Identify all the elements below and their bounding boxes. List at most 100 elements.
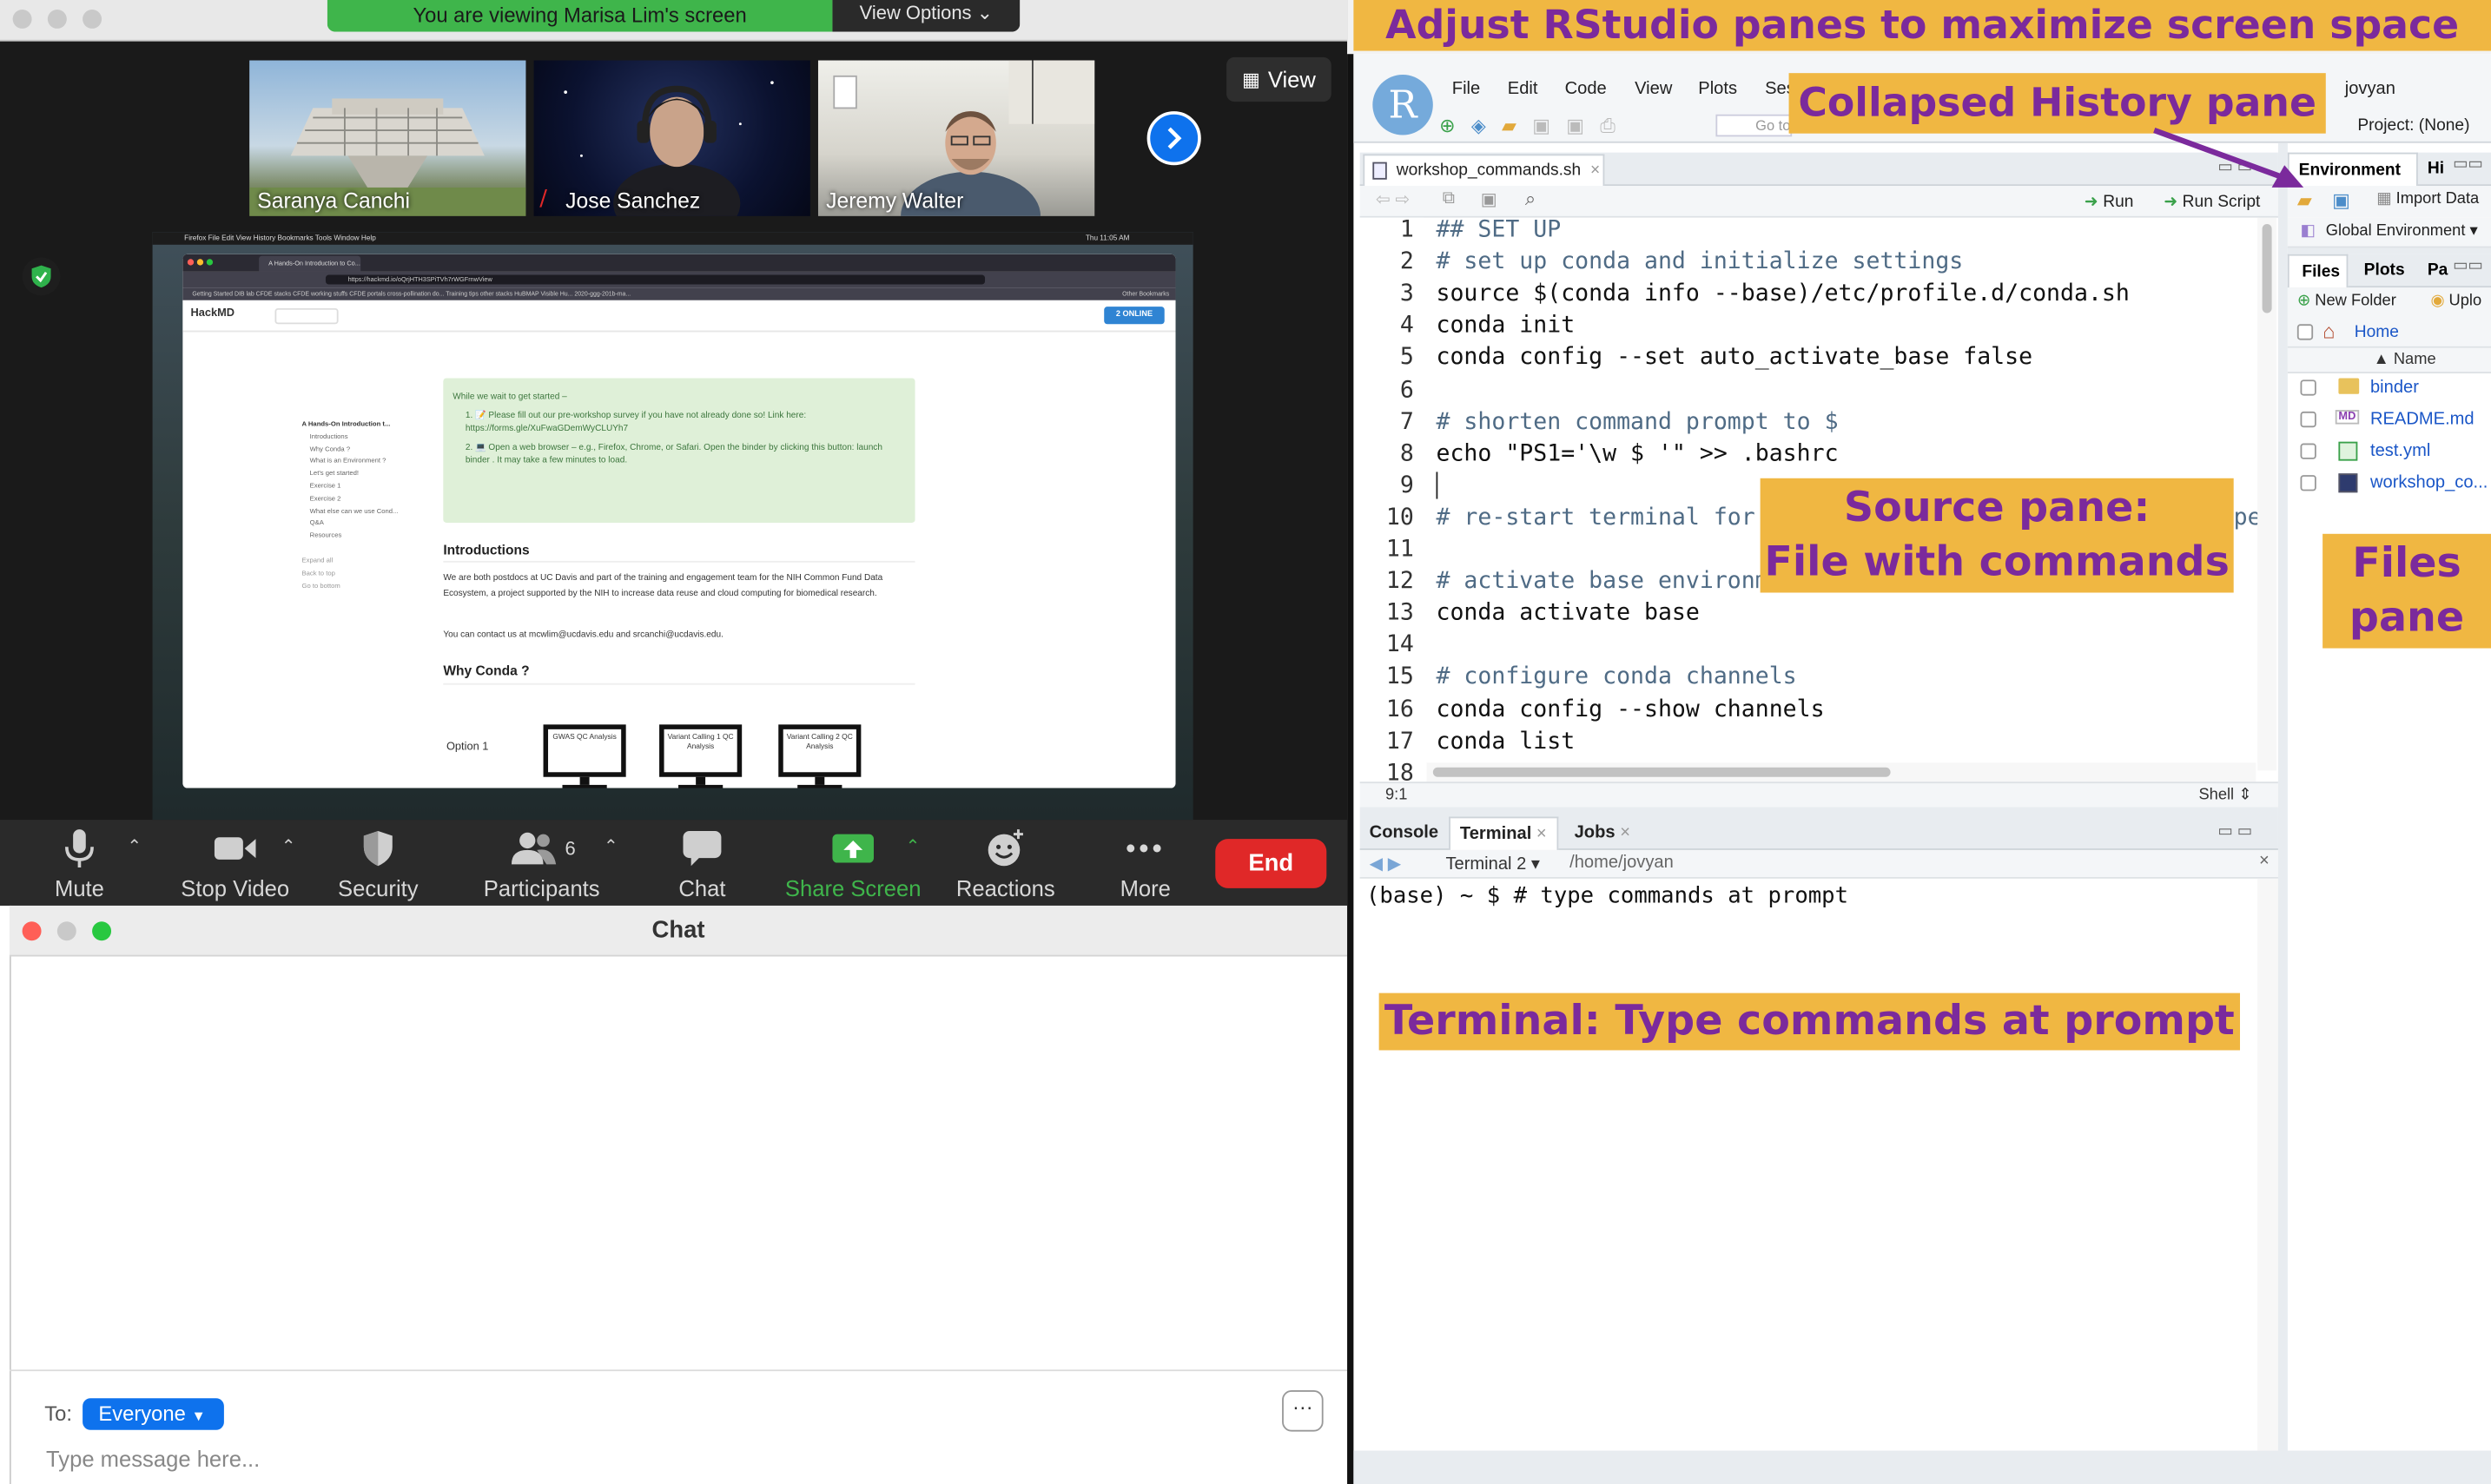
save-all-icon[interactable]: ▣ bbox=[1566, 115, 1584, 137]
file-row[interactable]: binder bbox=[2288, 373, 2491, 406]
participant-tile[interactable]: Jeremy Walter bbox=[817, 60, 1095, 216]
file-checkbox[interactable] bbox=[2300, 379, 2316, 396]
menu-file[interactable]: File bbox=[1452, 79, 1480, 98]
end-meeting-button[interactable]: End bbox=[1215, 839, 1327, 888]
close-window-button[interactable] bbox=[12, 9, 32, 29]
file-row[interactable]: workshop_co... bbox=[2288, 469, 2491, 501]
source-file-tab[interactable]: workshop_commands.sh × bbox=[1363, 154, 1605, 187]
run-button[interactable]: ➜ Run bbox=[2085, 192, 2134, 211]
zoom-window-button[interactable] bbox=[83, 9, 102, 29]
minimize-pane-icon[interactable]: ▭▭ bbox=[2453, 155, 2483, 173]
toc-item: Why Conda ? bbox=[309, 444, 351, 452]
global-environment-select[interactable]: ◧ Global Environment ▾ bbox=[2287, 217, 2491, 248]
pane-splitter[interactable] bbox=[2277, 142, 2288, 1484]
tab-terminal[interactable]: Terminal × bbox=[1449, 816, 1558, 850]
tab-history[interactable]: Hi bbox=[2428, 153, 2444, 186]
import-dataset-button[interactable]: ▦ Import Data bbox=[2376, 191, 2479, 208]
file-name[interactable]: binder bbox=[2370, 378, 2419, 397]
close-icon[interactable]: × bbox=[1536, 825, 1547, 844]
terminal-area[interactable] bbox=[1359, 878, 2278, 1451]
tab-packages[interactable]: Pa bbox=[2428, 254, 2448, 287]
caret-up-icon[interactable]: ⌃ bbox=[127, 835, 142, 856]
chat-button[interactable]: Chat bbox=[657, 820, 746, 906]
file-type-select[interactable]: Shell ⇕ bbox=[2198, 787, 2251, 804]
line-number: 15 bbox=[1385, 664, 1414, 690]
close-icon[interactable]: × bbox=[1590, 161, 1600, 180]
chat-more-button[interactable]: ··· bbox=[1282, 1390, 1324, 1432]
project-menu[interactable]: Project: (None) bbox=[2357, 116, 2469, 135]
back-forward-icon[interactable]: ⇦ ⇨ bbox=[1376, 189, 1410, 210]
open-folder-icon[interactable]: ▰ bbox=[1502, 115, 1516, 137]
select-all-checkbox[interactable] bbox=[2296, 324, 2314, 340]
file-name[interactable]: workshop_co... bbox=[2370, 473, 2488, 492]
file-row[interactable]: test.yml bbox=[2288, 437, 2491, 469]
terminal-nav-icon[interactable]: ◀ ▶ bbox=[1370, 854, 1402, 874]
upload-button[interactable]: ◉ Uplo bbox=[2430, 293, 2481, 310]
caret-up-icon[interactable]: ⌃ bbox=[281, 835, 296, 856]
home-link[interactable]: Home bbox=[2355, 322, 2399, 341]
terminal-select-label: Terminal 2 bbox=[1445, 854, 1527, 874]
editor-vscrollbar[interactable] bbox=[2257, 217, 2277, 771]
terminal-select[interactable]: Terminal 2 ▾ bbox=[1445, 854, 1540, 874]
security-button[interactable]: Security bbox=[327, 820, 429, 906]
editor-hscrollbar[interactable] bbox=[1426, 762, 2256, 782]
more-button[interactable]: ••• More bbox=[1102, 820, 1188, 906]
caret-up-icon[interactable]: ⌃ bbox=[604, 835, 618, 856]
file-name[interactable]: test.yml bbox=[2370, 442, 2430, 461]
next-page-button[interactable] bbox=[1146, 111, 1201, 166]
new-folder-button[interactable]: ⊕ New Folder bbox=[2297, 293, 2396, 310]
save-icon[interactable]: ▣ bbox=[1532, 115, 1550, 137]
goto-function-input[interactable]: Go to bbox=[1715, 114, 1793, 137]
tab-plots[interactable]: Plots bbox=[2364, 254, 2405, 287]
new-file-icon[interactable]: ⊕ bbox=[1439, 115, 1455, 137]
terminal-scrollbar[interactable] bbox=[2257, 878, 2278, 1451]
close-terminal-icon[interactable]: × bbox=[2259, 852, 2270, 871]
tab-jobs[interactable]: Jobs × bbox=[1565, 816, 1640, 849]
chat-title: Chat bbox=[9, 905, 1348, 957]
menu-plots[interactable]: Plots bbox=[1698, 79, 1737, 98]
tab-files[interactable]: Files bbox=[2287, 254, 2349, 288]
new-project-icon[interactable]: ◈ bbox=[1471, 115, 1486, 137]
minimize-pane-icon[interactable]: ▭▭ bbox=[2453, 257, 2483, 274]
participants-button[interactable]: 6 Participants bbox=[477, 820, 607, 906]
search-icon[interactable]: ⌕ bbox=[1525, 188, 1536, 211]
recipient-select[interactable]: Everyone ▼ bbox=[83, 1398, 224, 1430]
name-column-header[interactable]: ▲ Name bbox=[2374, 351, 2436, 368]
save-icon[interactable]: ▣ bbox=[2332, 189, 2350, 212]
participant-tile[interactable]: ⧸ Jose Sanchez bbox=[533, 60, 810, 216]
close-chat-button[interactable] bbox=[22, 921, 42, 941]
minimize-pane-icon[interactable]: ▭ ▭ bbox=[2217, 823, 2252, 841]
shield-icon bbox=[363, 830, 393, 867]
chat-message-input[interactable]: Type message here... bbox=[46, 1446, 260, 1471]
pane-splitter[interactable] bbox=[1359, 807, 2278, 817]
file-checkbox[interactable] bbox=[2300, 411, 2316, 428]
minimize-chat-button[interactable] bbox=[56, 921, 76, 941]
toc-link: Go to bottom bbox=[301, 580, 340, 590]
encryption-shield-icon[interactable] bbox=[22, 257, 61, 296]
tab-console[interactable]: Console bbox=[1360, 816, 1448, 849]
share-screen-button[interactable]: Share Screen bbox=[785, 820, 922, 906]
file-row[interactable]: MD README.md bbox=[2288, 406, 2491, 438]
close-icon[interactable]: × bbox=[1620, 823, 1630, 842]
pane-splitter[interactable] bbox=[2287, 247, 2491, 254]
menu-code[interactable]: Code bbox=[1565, 79, 1607, 98]
zoom-chat-button[interactable] bbox=[92, 921, 112, 941]
file-name[interactable]: README.md bbox=[2370, 410, 2474, 429]
minimize-window-button[interactable] bbox=[47, 9, 67, 29]
caret-up-icon[interactable]: ⌃ bbox=[906, 835, 921, 856]
files-callout-line: pane bbox=[2349, 594, 2465, 643]
mute-button[interactable]: Mute bbox=[35, 820, 123, 906]
save-icon[interactable]: ▣ bbox=[1481, 189, 1497, 210]
file-checkbox[interactable] bbox=[2300, 443, 2316, 459]
show-in-window-icon[interactable]: ⧉ bbox=[1443, 189, 1455, 210]
participant-tile[interactable]: Saranya Canchi bbox=[249, 60, 526, 216]
view-options-button[interactable]: View Options ⌄ bbox=[832, 0, 1021, 32]
view-button[interactable]: ▦ View bbox=[1226, 56, 1331, 102]
reactions-button[interactable]: Reactions bbox=[950, 820, 1061, 906]
menu-view[interactable]: View bbox=[1635, 79, 1672, 98]
menu-edit[interactable]: Edit bbox=[1508, 79, 1538, 98]
print-icon[interactable]: ⎙ bbox=[1600, 114, 1616, 137]
shared-screen[interactable]: Firefox File Edit View History Bookmarks… bbox=[152, 232, 1193, 821]
file-checkbox[interactable] bbox=[2300, 475, 2316, 491]
stop-video-button[interactable]: Stop Video bbox=[172, 820, 299, 906]
